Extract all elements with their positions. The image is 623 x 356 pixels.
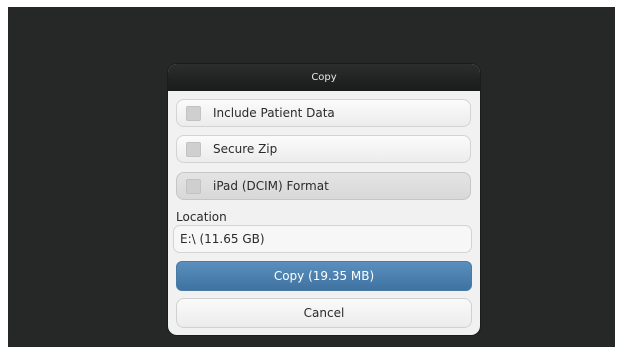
checkbox-icon[interactable]: [186, 178, 201, 194]
dialog-title: Copy: [168, 64, 480, 91]
app-background: Copy Include Patient Data Secure Zip iPa…: [8, 7, 615, 347]
copy-button[interactable]: Copy (19.35 MB): [176, 261, 472, 291]
ipad-dcim-format-option[interactable]: iPad (DCIM) Format: [176, 172, 471, 200]
include-patient-data-label: Include Patient Data: [213, 106, 335, 120]
cancel-button[interactable]: Cancel: [176, 298, 472, 328]
checkbox-icon[interactable]: [186, 141, 201, 157]
location-label: Location: [176, 210, 227, 224]
ipad-dcim-format-label: iPad (DCIM) Format: [213, 179, 329, 193]
secure-zip-label: Secure Zip: [213, 142, 278, 156]
location-select[interactable]: E:\ (11.65 GB): [173, 225, 472, 253]
copy-dialog: Copy Include Patient Data Secure Zip iPa…: [168, 64, 480, 335]
include-patient-data-option[interactable]: Include Patient Data: [176, 99, 471, 127]
secure-zip-option[interactable]: Secure Zip: [176, 135, 471, 163]
checkbox-icon[interactable]: [186, 105, 201, 121]
